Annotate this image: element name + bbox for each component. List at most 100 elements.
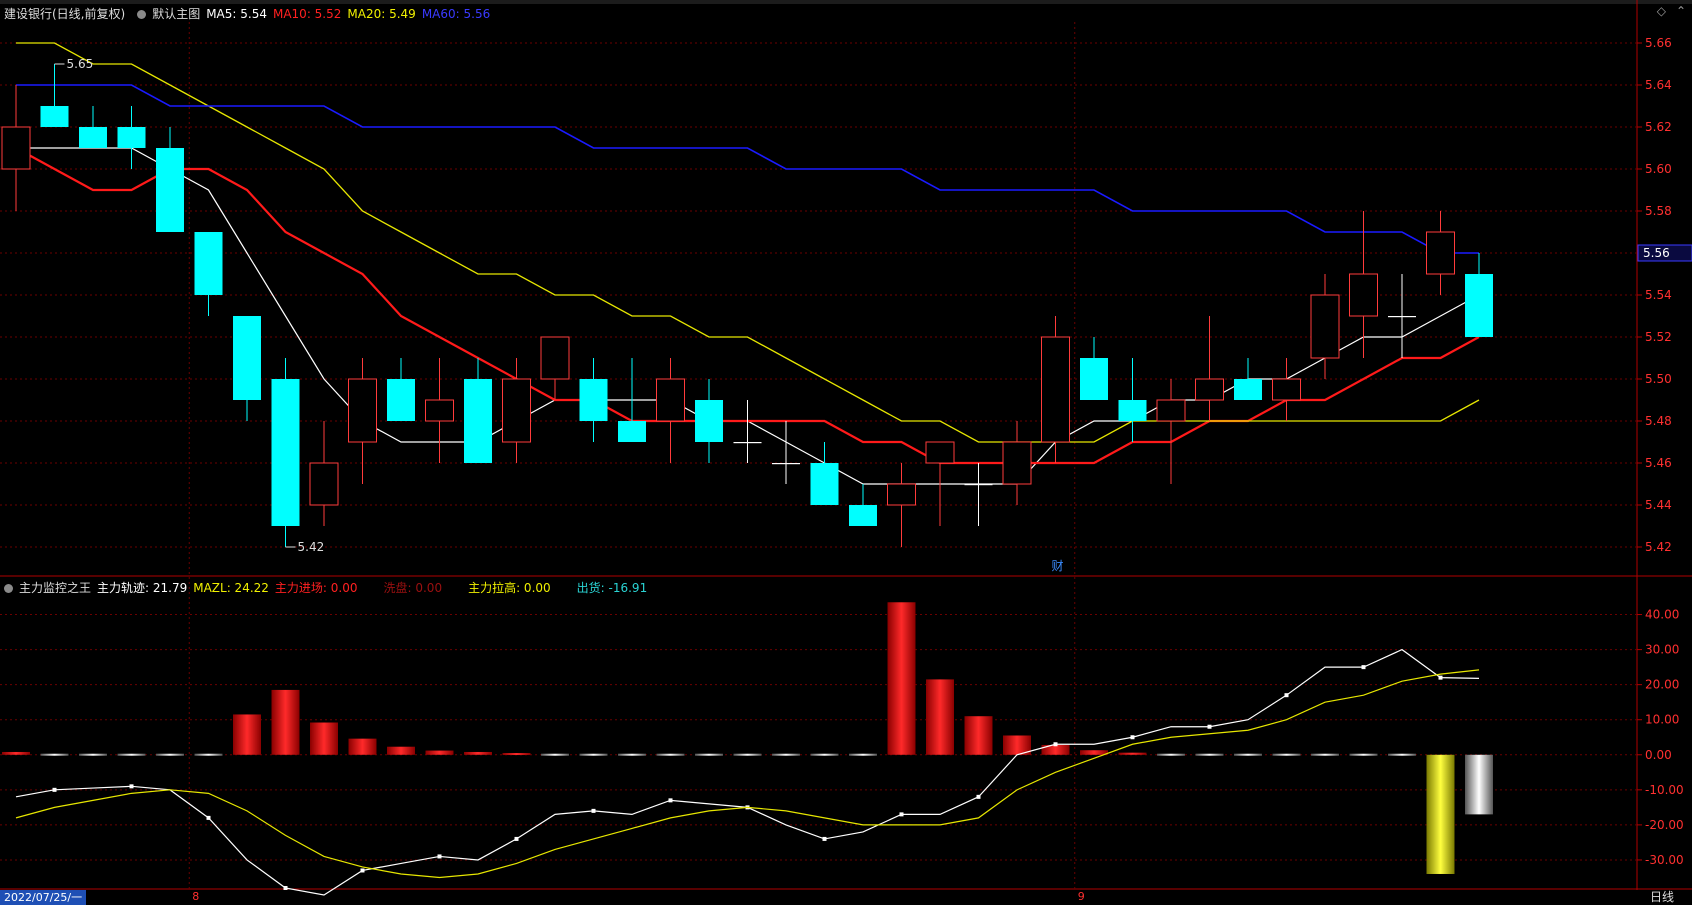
indicator-bar — [1234, 753, 1262, 756]
y-tick-label: 30.00 — [1645, 643, 1679, 657]
candle — [1002, 421, 1032, 505]
track-marker — [360, 868, 365, 873]
candle-body — [348, 378, 377, 443]
track-marker — [1361, 665, 1366, 670]
y-tick-label: -30.00 — [1645, 853, 1684, 867]
candle-body — [1388, 316, 1416, 318]
y-tick-label: 5.66 — [1645, 36, 1672, 50]
candle-body — [887, 483, 916, 506]
candle-body — [387, 379, 415, 421]
candle — [309, 421, 339, 526]
track-marker — [129, 784, 134, 789]
y-tick-label: 5.62 — [1645, 120, 1672, 134]
candle-body — [849, 505, 877, 526]
candle-body — [425, 399, 454, 422]
candle-body — [1118, 400, 1147, 421]
y-tick-label: 40.00 — [1645, 608, 1679, 622]
indicator-bar — [579, 753, 608, 756]
indicator-bar — [849, 753, 877, 756]
period-label[interactable]: 日线 — [1650, 890, 1674, 905]
candle — [964, 463, 993, 526]
candle-body — [1349, 273, 1378, 317]
y-tick-label: 0.00 — [1645, 748, 1672, 762]
candle-body — [464, 379, 492, 463]
candle — [348, 358, 377, 484]
indicator-bar — [772, 753, 800, 756]
indicator-bar — [502, 753, 531, 756]
y-tick-label: 5.54 — [1645, 288, 1672, 302]
price-annotation: 5.65 — [67, 57, 94, 71]
y-tick-label: 5.64 — [1645, 78, 1672, 92]
candle-body — [925, 441, 955, 464]
candle — [464, 358, 492, 463]
candle-body — [1041, 336, 1070, 443]
date-cursor-label: 2022/07/25/一 — [0, 890, 87, 905]
indicator-bar — [695, 753, 723, 756]
indicator-bar — [1311, 753, 1339, 756]
y-tick-label: 10.00 — [1645, 713, 1679, 727]
candle-body — [40, 106, 69, 127]
indicator-bar — [1272, 753, 1301, 756]
track-line — [15, 648, 1480, 896]
candle — [1465, 253, 1493, 337]
candle — [1118, 358, 1147, 442]
track-marker — [1207, 724, 1212, 729]
y-tick-label: 5.58 — [1645, 204, 1672, 218]
y-tick-label: -20.00 — [1645, 818, 1684, 832]
track-marker — [822, 836, 827, 841]
mazl-line — [15, 669, 1480, 879]
y-tick-label: 5.50 — [1645, 372, 1672, 386]
track-marker — [206, 815, 211, 820]
indicator-bar — [1118, 752, 1147, 755]
candle-body — [1310, 294, 1340, 359]
indicator-bar — [964, 716, 993, 755]
track-marker — [1284, 693, 1289, 698]
candle — [1426, 211, 1455, 295]
indicator-bar — [2, 751, 30, 755]
indicator-bar — [348, 738, 377, 755]
candle-body — [695, 400, 723, 442]
indicator-bar — [1349, 753, 1378, 756]
y-tick-label: 5.60 — [1645, 162, 1672, 176]
candle — [810, 442, 839, 505]
track-marker — [514, 836, 519, 841]
indicator-bar — [40, 753, 69, 756]
candle-body — [1080, 358, 1108, 400]
y-tick-label: 5.46 — [1645, 456, 1672, 470]
candle — [1, 85, 31, 211]
indicator-bar — [541, 753, 569, 756]
indicator-bar — [1426, 754, 1455, 874]
indicator-bars — [2, 602, 1493, 874]
candles — [1, 64, 1493, 547]
candle-body — [540, 336, 570, 380]
month-label: 9 — [1078, 890, 1085, 903]
track-marker — [1130, 735, 1135, 740]
candle-body — [964, 484, 993, 486]
candle — [1156, 379, 1186, 484]
candle — [887, 463, 916, 547]
candle — [156, 127, 184, 232]
indicator-bar — [310, 722, 338, 755]
candle-body — [1156, 399, 1186, 422]
indicator-bar — [733, 753, 762, 756]
indicator-bar — [618, 753, 646, 756]
finance-marker: 财 — [1052, 559, 1064, 573]
candle-body — [810, 463, 839, 505]
candle — [579, 358, 608, 442]
candle — [1041, 316, 1070, 463]
y-tick-label: 5.42 — [1645, 540, 1672, 554]
chart-canvas: 5.66 5.64 5.62 5.60 5.58 5.56 5.54 5.52 5.50 5.48… — [0, 0, 1692, 903]
candle — [79, 106, 107, 148]
candle-body — [117, 127, 146, 148]
candle — [271, 358, 300, 547]
candle — [194, 232, 223, 316]
indicator-bar — [1157, 753, 1185, 756]
track-marker — [1053, 742, 1058, 747]
candle-body — [79, 127, 107, 148]
candle-body — [1234, 379, 1262, 400]
indicator-bar — [79, 753, 107, 756]
candle-body — [271, 379, 300, 526]
track-marker — [437, 854, 442, 859]
candle-body — [733, 442, 762, 444]
candle — [695, 379, 723, 463]
